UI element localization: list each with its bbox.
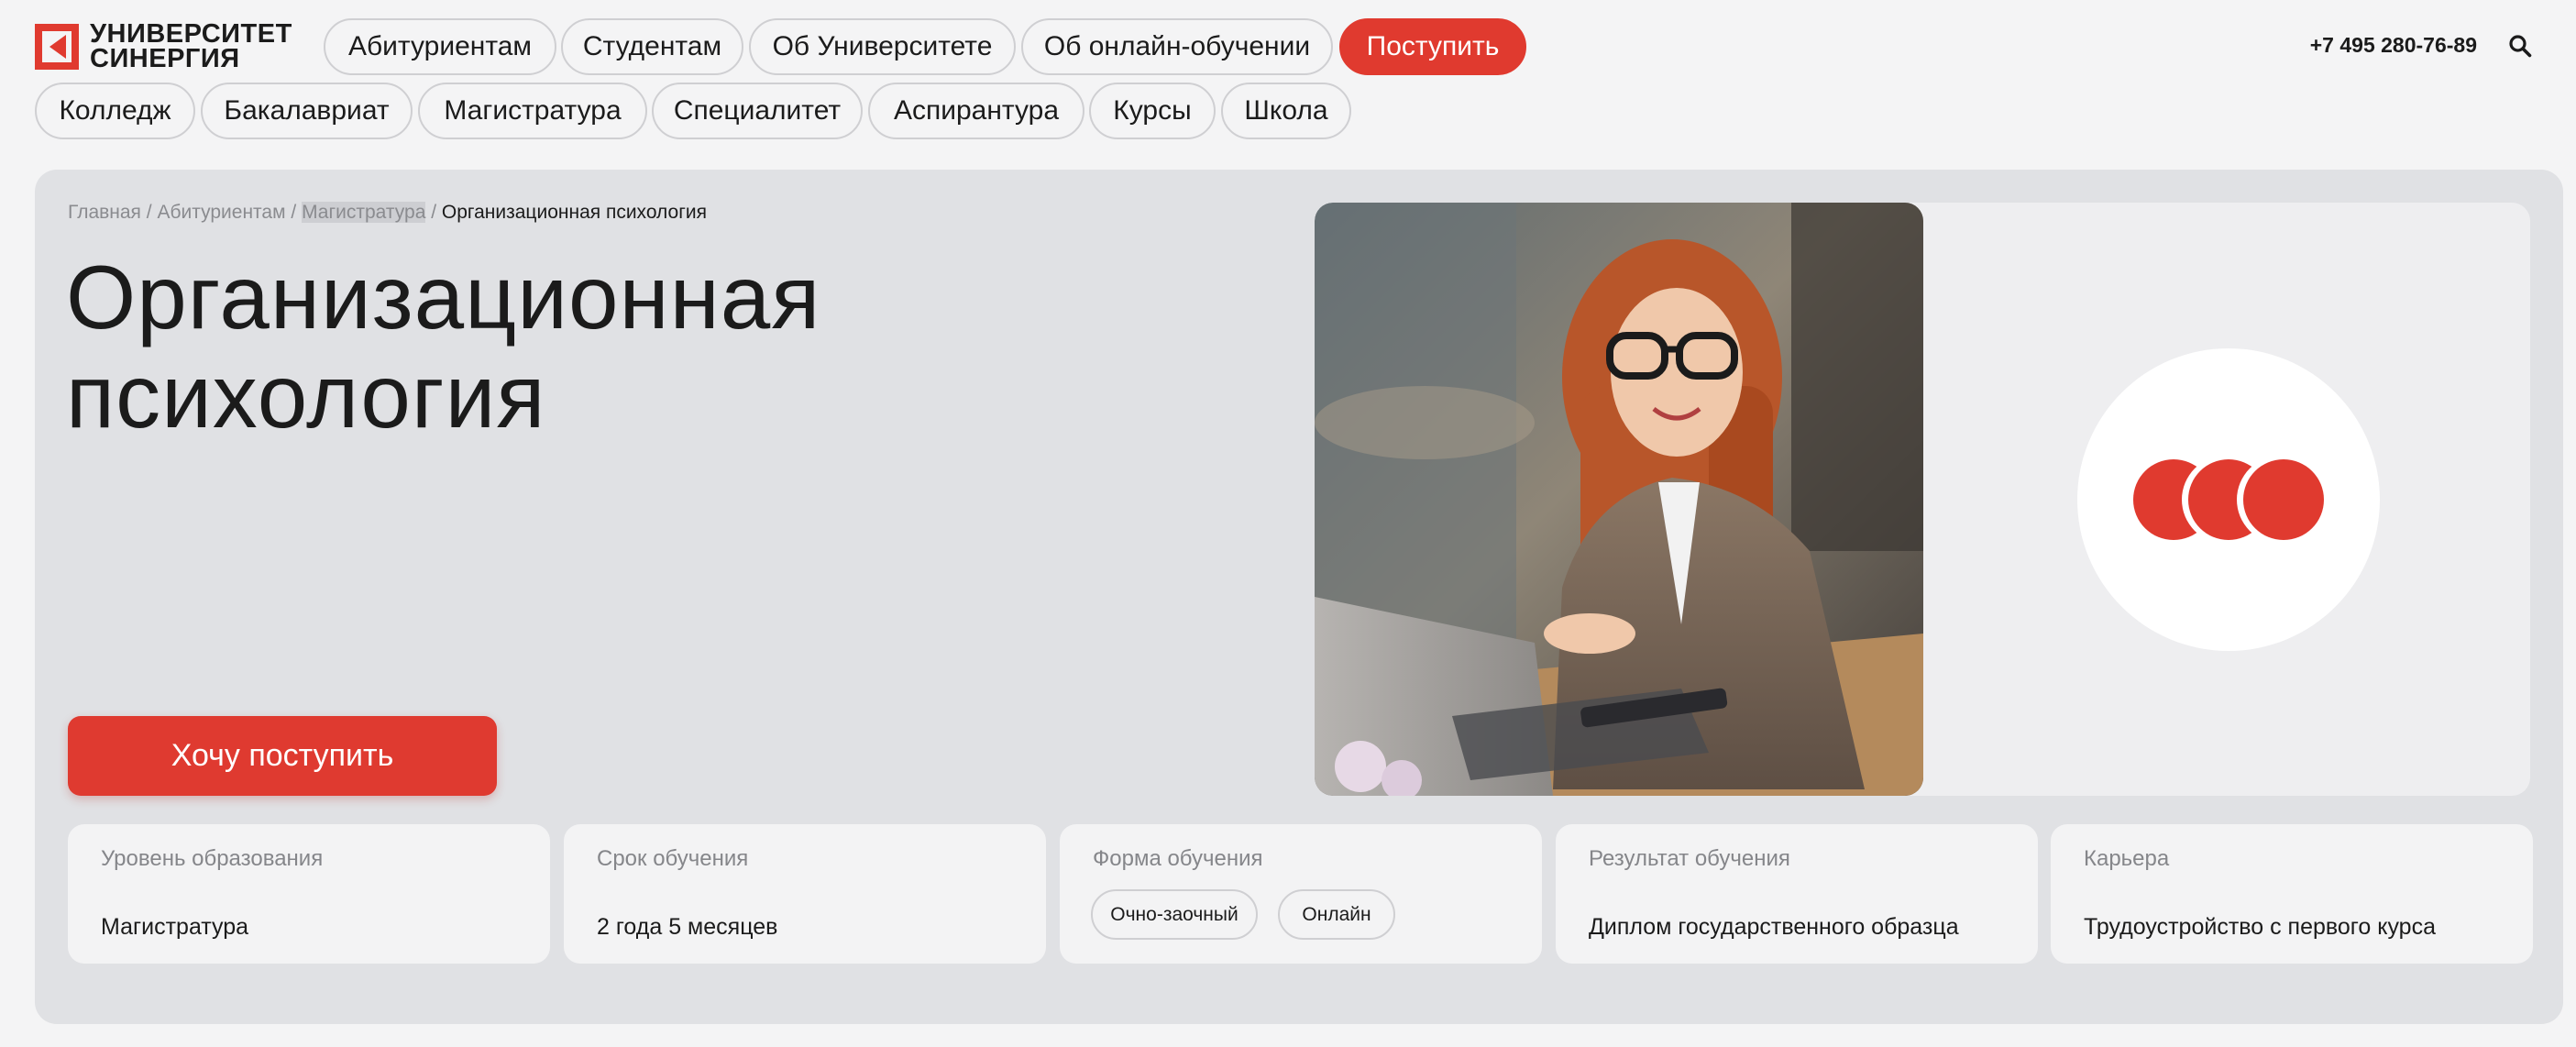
nav-students[interactable]: Студентам	[561, 18, 743, 75]
info-card-label: Результат обучения	[1589, 846, 1790, 871]
breadcrumb-separator: /	[291, 202, 297, 223]
search-icon[interactable]	[2508, 34, 2532, 58]
info-card-label: Форма обучения	[1093, 846, 1263, 871]
info-card-value: 2 года 5 месяцев	[597, 914, 778, 940]
breadcrumb-applicants[interactable]: Абитуриентам	[157, 202, 285, 223]
breadcrumb-separator: /	[431, 202, 437, 223]
study-form-chip-part-time[interactable]: Очно-заочный	[1091, 889, 1258, 940]
student-photo	[1315, 203, 1923, 796]
level-courses[interactable]: Курсы	[1089, 83, 1216, 139]
info-card-value: Диплом государственного образца	[1589, 914, 1959, 940]
level-school[interactable]: Школа	[1221, 83, 1351, 139]
info-card-study-form: Форма обучения Очно-заочный Онлайн	[1060, 824, 1542, 964]
level-postgraduate[interactable]: Аспирантура	[868, 83, 1084, 139]
info-card-value: Трудоустройство с первого курса	[2084, 914, 2436, 940]
page-title-line-2: психология	[66, 346, 546, 446]
nav-about-online-learning[interactable]: Об онлайн-обучении	[1021, 18, 1333, 75]
logo-line-1: УНИВЕРСИТЕТ	[90, 19, 292, 49]
breadcrumb-separator: /	[146, 202, 152, 223]
breadcrumb: Главная / Абитуриентам / Магистратура / …	[68, 202, 707, 224]
nav-about-university[interactable]: Об Университете	[749, 18, 1016, 75]
university-logo[interactable]: УНИВЕРСИТЕТ СИНЕРГИЯ	[35, 19, 292, 73]
logo-mark-icon	[35, 24, 79, 70]
level-college[interactable]: Колледж	[35, 83, 195, 139]
info-card-label: Уровень образования	[101, 846, 324, 871]
breadcrumb-home[interactable]: Главная	[68, 202, 141, 223]
phone-link[interactable]: +7 495 280-76-89	[2310, 33, 2477, 58]
info-card-value: Магистратура	[101, 914, 249, 940]
nav-applicants[interactable]: Абитуриентам	[324, 18, 556, 75]
study-form-chip-online[interactable]: Онлайн	[1278, 889, 1395, 940]
hero-visual	[1315, 203, 2530, 796]
info-card-label: Срок обучения	[597, 846, 749, 871]
info-card-label: Карьера	[2084, 846, 2170, 871]
info-card-career: Карьера Трудоустройство с первого курса	[2051, 824, 2533, 964]
want-to-apply-button[interactable]: Хочу поступить	[68, 716, 497, 796]
page-title-line-1: Организационная	[66, 247, 821, 347]
page-title: Организационная психология	[66, 248, 820, 446]
level-master[interactable]: Магистратура	[418, 83, 647, 139]
logo-text: УНИВЕРСИТЕТ СИНЕРГИЯ	[90, 19, 292, 73]
synergy-emblem-icon	[2133, 456, 2325, 544]
info-card-result: Результат обучения Диплом государственно…	[1556, 824, 2038, 964]
apply-button[interactable]: Поступить	[1339, 18, 1526, 75]
level-bachelor[interactable]: Бакалавриат	[201, 83, 413, 139]
breadcrumb-current: Организационная психология	[441, 202, 707, 223]
level-specialist[interactable]: Специалитет	[652, 83, 863, 139]
logo-line-2: СИНЕРГИЯ	[90, 44, 240, 73]
info-card-duration: Срок обучения 2 года 5 месяцев	[564, 824, 1046, 964]
breadcrumb-master[interactable]: Магистратура	[302, 202, 426, 223]
info-card-education-level: Уровень образования Магистратура	[68, 824, 550, 964]
synergy-emblem	[2077, 348, 2380, 651]
